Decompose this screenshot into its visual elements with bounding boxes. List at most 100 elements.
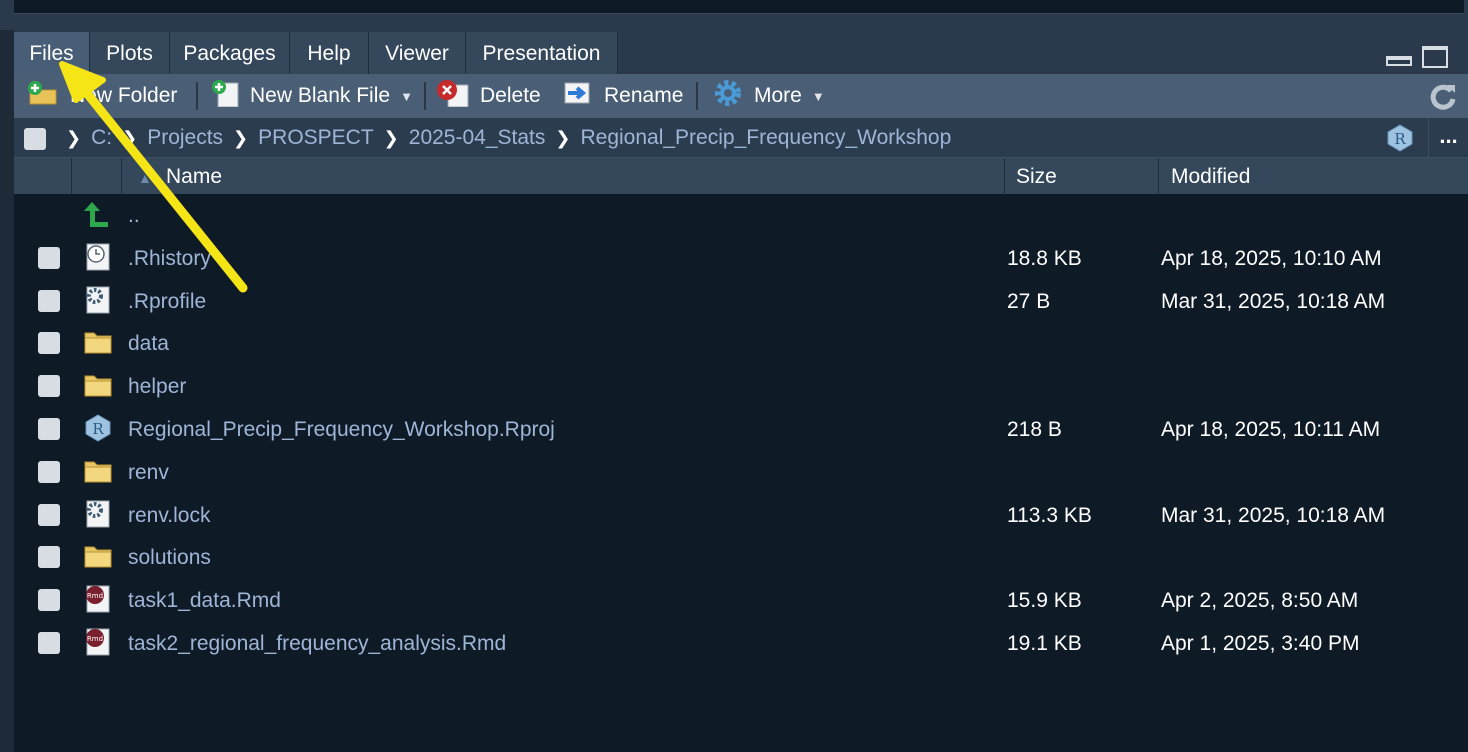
header-checkbox-column	[14, 158, 72, 194]
chevron-right-icon: ❯	[383, 127, 399, 148]
files-toolbar: New Folder New Blank File ▼ Delete Renam…	[14, 74, 1468, 118]
file-name[interactable]: task2_regional_frequency_analysis.Rmd	[128, 622, 506, 666]
tab-viewer[interactable]: Viewer	[369, 32, 466, 74]
file-name[interactable]: data	[128, 322, 169, 366]
chevron-down-icon: ▼	[400, 88, 413, 104]
file-size: 113.3 KB	[1007, 503, 1092, 527]
rmarkdown-file-icon: Rmd	[84, 628, 112, 656]
more-label: More	[754, 84, 802, 107]
new-file-icon	[210, 79, 240, 113]
tab-plots[interactable]: Plots	[90, 32, 170, 74]
delete-button[interactable]: Delete	[436, 80, 541, 112]
table-row[interactable]: Rmd task1_data.Rmd 15.9 KB Apr 2, 2025, …	[14, 579, 1468, 622]
file-name[interactable]: renv.lock	[128, 494, 210, 538]
rmarkdown-file-icon: Rmd	[84, 585, 112, 613]
rename-button[interactable]: Rename	[562, 80, 683, 112]
select-all-checkbox[interactable]	[24, 128, 46, 150]
tab-bar: Files Plots Packages Help Viewer Present…	[14, 30, 1468, 74]
tab-help[interactable]: Help	[290, 32, 369, 74]
breadcrumb-item[interactable]: PROSPECT	[258, 126, 374, 150]
settings-file-icon	[84, 500, 112, 528]
tab-presentation[interactable]: Presentation	[466, 32, 618, 74]
row-checkbox[interactable]	[38, 417, 60, 440]
file-modified: Apr 2, 2025, 8:50 AM	[1161, 589, 1359, 613]
rename-label: Rename	[604, 84, 684, 107]
file-name[interactable]: renv	[128, 451, 169, 495]
file-size: 218 B	[1007, 417, 1062, 441]
maximize-icon[interactable]	[1422, 46, 1448, 68]
chevron-right-icon: ❯	[66, 127, 82, 148]
file-size: 18.8 KB	[1007, 246, 1082, 270]
new-folder-button[interactable]: New Folder	[26, 80, 177, 112]
breadcrumb-path: ❯ C: ❯ Projects ❯ PROSPECT ❯ 2025-04_Sta…	[56, 118, 951, 158]
file-list-header: ▲ Name Size Modified	[14, 158, 1468, 194]
table-row[interactable]: .Rhistory 18.8 KB Apr 18, 2025, 10:10 AM	[14, 237, 1468, 280]
row-checkbox[interactable]	[38, 589, 60, 612]
chevron-down-icon: ▼	[811, 88, 825, 104]
top-strip	[0, 0, 1468, 30]
table-row[interactable]: .Rprofile 27 B Mar 31, 2025, 10:18 AM	[14, 280, 1468, 323]
new-blank-file-button[interactable]: New Blank File ▼	[210, 80, 413, 112]
new-folder-icon	[26, 79, 60, 113]
tab-packages[interactable]: Packages	[170, 32, 290, 74]
table-row[interactable]: R Regional_Precip_Frequency_Workshop.Rpr…	[14, 408, 1468, 451]
r-project-icon[interactable]: R	[1386, 124, 1414, 152]
delete-icon	[436, 79, 470, 113]
breadcrumb-item[interactable]: Regional_Precip_Frequency_Workshop	[580, 126, 951, 150]
row-checkbox[interactable]	[38, 246, 60, 269]
header-name-label: Name	[166, 165, 223, 188]
table-row[interactable]: helper	[14, 365, 1468, 408]
table-row[interactable]: Rmd task2_regional_frequency_analysis.Rm…	[14, 622, 1468, 665]
file-name[interactable]: .Rhistory	[128, 237, 211, 281]
file-modified: Apr 18, 2025, 10:11 AM	[1161, 417, 1381, 441]
folder-icon	[84, 542, 112, 570]
row-checkbox[interactable]	[38, 375, 60, 398]
file-name[interactable]: solutions	[128, 536, 211, 580]
files-pane: Files Plots Packages Help Viewer Present…	[14, 30, 1468, 752]
chevron-right-icon: ❯	[122, 127, 138, 148]
breadcrumb-item[interactable]: C:	[91, 126, 112, 150]
svg-text:R: R	[1394, 130, 1406, 148]
table-row[interactable]: solutions	[14, 536, 1468, 579]
file-name[interactable]: ..	[128, 194, 140, 238]
breadcrumb: ❯ C: ❯ Projects ❯ PROSPECT ❯ 2025-04_Sta…	[14, 118, 1468, 158]
header-name[interactable]: ▲ Name	[122, 158, 1005, 194]
breadcrumb-item[interactable]: Projects	[147, 126, 223, 150]
folder-icon	[84, 328, 112, 356]
delete-label: Delete	[480, 84, 541, 107]
svg-text:R: R	[92, 420, 104, 438]
breadcrumb-item[interactable]: 2025-04_Stats	[409, 126, 546, 150]
file-size: 27 B	[1007, 289, 1051, 313]
row-checkbox[interactable]	[38, 460, 60, 483]
header-modified[interactable]: Modified	[1159, 158, 1468, 194]
file-modified: Mar 31, 2025, 10:18 AM	[1161, 289, 1386, 313]
parent-directory-icon[interactable]	[84, 200, 112, 228]
table-row[interactable]: ..	[14, 194, 1468, 237]
table-row[interactable]: data	[14, 322, 1468, 365]
file-modified: Mar 31, 2025, 10:18 AM	[1161, 503, 1386, 527]
row-checkbox[interactable]	[38, 289, 60, 312]
row-checkbox[interactable]	[38, 546, 60, 569]
refresh-icon[interactable]	[1428, 82, 1458, 117]
table-row[interactable]: renv	[14, 451, 1468, 494]
row-checkbox[interactable]	[38, 631, 60, 654]
rename-icon	[562, 79, 594, 113]
chevron-right-icon: ❯	[555, 127, 571, 148]
more-options-button[interactable]: ...	[1428, 118, 1468, 158]
toolbar-separator	[196, 82, 198, 110]
file-name[interactable]: Regional_Precip_Frequency_Workshop.Rproj	[128, 408, 555, 452]
file-size: 15.9 KB	[1007, 589, 1082, 613]
row-checkbox[interactable]	[38, 503, 60, 526]
file-name[interactable]: helper	[128, 365, 186, 409]
file-name[interactable]: .Rprofile	[128, 280, 206, 324]
file-modified: Apr 18, 2025, 10:10 AM	[1161, 246, 1382, 270]
table-row[interactable]: renv.lock 113.3 KB Mar 31, 2025, 10:18 A…	[14, 494, 1468, 537]
row-checkbox[interactable]	[38, 332, 60, 355]
tab-files[interactable]: Files	[14, 32, 90, 74]
minimize-icon[interactable]	[1386, 56, 1412, 66]
r-project-file-icon: R	[84, 414, 112, 442]
file-name[interactable]: task1_data.Rmd	[128, 579, 281, 623]
header-size[interactable]: Size	[1005, 158, 1159, 194]
file-modified: Apr 1, 2025, 3:40 PM	[1161, 631, 1360, 655]
more-button[interactable]: More ▼	[712, 80, 825, 112]
